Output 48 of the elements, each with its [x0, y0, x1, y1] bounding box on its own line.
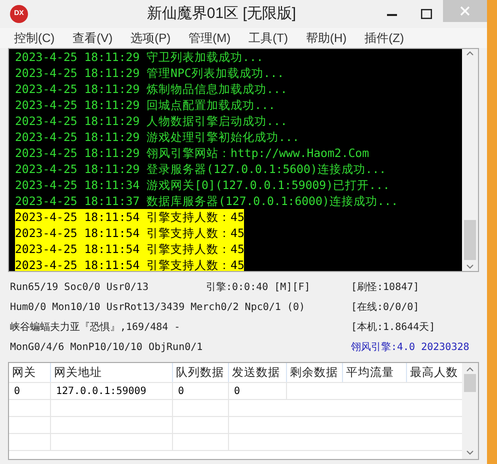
scroll-thumb[interactable] [464, 374, 476, 392]
menu-item[interactable]: 查看(V) [72, 29, 113, 47]
scroll-thumb[interactable] [464, 220, 476, 260]
engine-uptime: 引擎:0:0:40 [M][F] [206, 280, 310, 295]
status-text: MonG0/4/6 MonP10/10/10 ObjRun0/1 [10, 341, 203, 355]
scrollbar[interactable] [462, 363, 478, 459]
scroll-up-icon [466, 51, 474, 56]
table-cell: 0 [173, 383, 229, 399]
menu-item[interactable]: 控制(C) [14, 29, 55, 47]
log-line: 2023-4-25 18:11:34 游戏网关[0](127.0.0.1:59009)已打开... [15, 177, 390, 193]
scroll-down-icon [466, 264, 474, 269]
status-counter: 翎风引擎:4.0 20230328 [351, 340, 470, 355]
column-header[interactable]: 队列数据 [173, 363, 229, 382]
log-line: 2023-4-25 18:11:29 游戏处理引擎初始化成功... [15, 129, 300, 145]
close-icon [460, 6, 470, 16]
minimize-icon [387, 12, 397, 16]
log-line: 2023-4-25 18:11:29 翎风引擎网站：http://www.Haom2.Com [15, 145, 370, 161]
scroll-up-icon [466, 367, 474, 372]
column-header[interactable]: 网关 [9, 363, 51, 382]
scroll-down-icon [466, 450, 474, 455]
log-line: 2023-4-25 18:11:29 守卫列表加载成功... [15, 49, 264, 65]
column-header[interactable]: 平均流量 [343, 363, 407, 382]
table-cell: 127.0.0.1:59009 [51, 383, 173, 399]
status-counter: [在线:0/0/0] [351, 300, 420, 315]
log-line: 2023-4-25 18:11:29 管理NPC列表加载成功... [15, 65, 284, 81]
log-line: 2023-4-25 18:11:29 炼制物品信息加载成功... [15, 81, 288, 97]
column-header[interactable]: 发送数据 [229, 363, 287, 382]
column-header[interactable]: 剩余数据 [287, 363, 343, 382]
menu-item[interactable]: 管理(M) [188, 29, 231, 47]
log-line: 2023-4-25 18:11:29 人物数据引擎启动成功... [15, 113, 288, 129]
log-line: 2023-4-25 18:11:29 登录服务器(127.0.0.1:5600)连接成功... [15, 161, 386, 177]
status-counter: [本机:1.8644天] [351, 320, 436, 335]
status-text: Run65/19 Soc0/0 Usr0/13 [10, 281, 150, 295]
menu-item[interactable]: 帮助(H) [306, 29, 347, 47]
log-line: 2023-4-25 18:11:37 数据库服务器(127.0.0.1:6000)连接成功... [15, 193, 398, 209]
status-counter: [刷怪:10847] [351, 280, 420, 295]
column-header[interactable]: 网关地址 [51, 363, 173, 382]
log-line: 2023-4-25 18:11:29 回城点配置加载成功... [15, 97, 276, 113]
scrollbar[interactable] [462, 49, 478, 271]
menu-item[interactable]: 插件(Z) [364, 29, 404, 47]
menu-item[interactable]: 工具(T) [248, 29, 288, 47]
status-text: 峡谷蝙蝠夫力亚『恐惧』,169/484 - [10, 320, 180, 335]
maximize-icon [420, 9, 432, 19]
table-cell: 0 [9, 383, 51, 399]
window-title: 新仙魔界01区 [无限版] [146, 4, 298, 24]
table-cell: 0 [229, 383, 287, 399]
status-text: Hum0/0 Mon10/10 UsrRot13/3439 Merch0/2 Npc0/1 (0) [10, 301, 306, 315]
menu-item[interactable]: 选项(P) [130, 29, 171, 47]
